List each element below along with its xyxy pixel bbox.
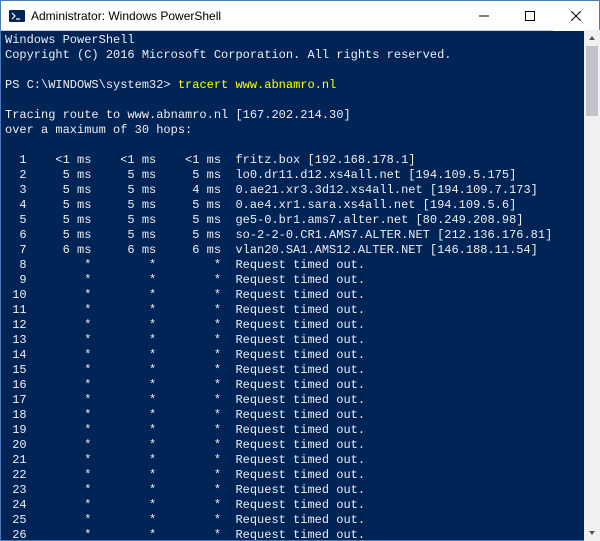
close-button[interactable]: [553, 1, 599, 31]
prompt-text: PS C:\WINDOWS\system32>: [5, 78, 171, 92]
scroll-down-button[interactable]: [584, 525, 600, 541]
powershell-icon: [9, 8, 25, 24]
scroll-track[interactable]: [584, 46, 600, 525]
terminal-output[interactable]: Windows PowerShell Copyright (C) 2016 Mi…: [1, 31, 599, 540]
maximize-button[interactable]: [507, 1, 553, 31]
powershell-window: Administrator: Windows PowerShell Window…: [0, 0, 600, 541]
vertical-scrollbar[interactable]: [584, 30, 600, 541]
scroll-up-button[interactable]: [584, 30, 600, 46]
command-text: tracert www.abnamro.nl: [178, 78, 336, 92]
header-line1: Windows PowerShell: [5, 33, 135, 47]
minimize-button[interactable]: [461, 1, 507, 31]
trace-line1: Tracing route to www.abnamro.nl [167.202…: [5, 108, 351, 122]
scroll-thumb[interactable]: [586, 46, 598, 116]
hops-list: 1 <1 ms <1 ms <1 ms fritz.box [192.168.1…: [5, 153, 552, 540]
titlebar[interactable]: Administrator: Windows PowerShell: [1, 1, 599, 31]
header-line2: Copyright (C) 2016 Microsoft Corporation…: [5, 48, 451, 62]
trace-line2: over a maximum of 30 hops:: [5, 123, 192, 137]
window-title: Administrator: Windows PowerShell: [31, 9, 221, 23]
